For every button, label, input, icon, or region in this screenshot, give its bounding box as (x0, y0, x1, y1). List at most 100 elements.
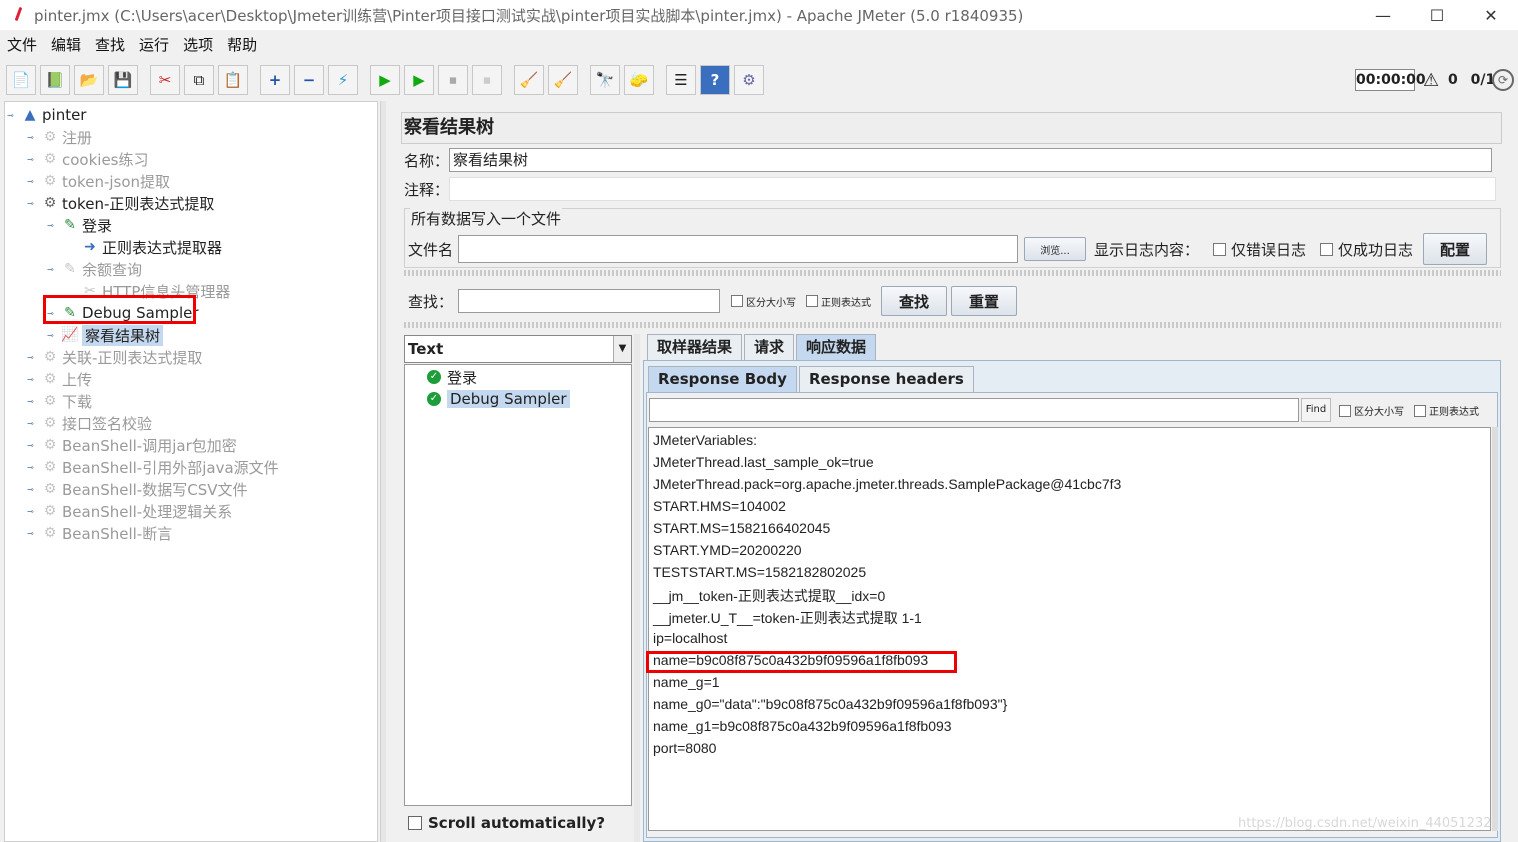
expand-toggle-icon[interactable]: ⊸ (47, 331, 57, 340)
menu-help[interactable]: 帮助 (220, 33, 264, 57)
tree-node[interactable]: ⊸ ⚙ cookies练习 (27, 148, 149, 170)
tree-node[interactable]: ⊸ 📈 察看结果树 (47, 324, 164, 346)
shutdown-icon[interactable]: ⏹ (472, 65, 502, 95)
expand-toggle-icon[interactable]: ⊸ (27, 397, 37, 406)
warning-icon[interactable]: ⚠ (1423, 70, 1439, 91)
vertical-scrollbar[interactable] (1492, 427, 1498, 831)
expand-toggle-icon[interactable]: ⊸ (27, 529, 37, 538)
tree-node[interactable]: ⊸ ⚙ 接口签名校验 (27, 412, 152, 434)
tree-node[interactable]: ⊸ ⚙ BeanShell-数据写CSV文件 (27, 478, 247, 500)
menu-options[interactable]: 选项 (176, 33, 220, 57)
tree-node[interactable]: ⊸ ⚙ 上传 (27, 368, 92, 390)
expand-toggle-icon[interactable]: ⊸ (27, 155, 37, 164)
maximize-button[interactable]: ☐ (1410, 0, 1464, 30)
tree-node[interactable]: ➜ 正则表达式提取器 (67, 236, 222, 258)
tree-node[interactable]: ⊸ ⚙ token-正则表达式提取 (27, 192, 214, 214)
clear-icon[interactable]: 🧹 (514, 65, 544, 95)
expand-toggle-icon[interactable]: ⊸ (27, 419, 37, 428)
tab-response-headers[interactable]: Response headers (798, 366, 974, 392)
name-field[interactable]: 察看结果树 (449, 148, 1493, 172)
tree-node[interactable]: ⊸ ⚙ 关联-正则表达式提取 (27, 346, 202, 368)
search-field[interactable] (458, 289, 721, 313)
browse-button[interactable]: 浏览... (1024, 237, 1087, 261)
start-no-pauses-icon[interactable]: ▶ (404, 65, 434, 95)
find-input[interactable] (649, 398, 1299, 422)
success-only-checkbox[interactable]: 仅成功日志 (1320, 239, 1413, 260)
cut-icon[interactable]: ✂ (150, 65, 180, 95)
expand-toggle-icon[interactable]: ⊸ (27, 485, 37, 494)
jmeter-feather-icon (12, 7, 26, 23)
reset-button[interactable]: 重置 (951, 286, 1018, 316)
find-case-checkbox[interactable]: 区分大小写 (1339, 403, 1404, 418)
sample-result-list: ✓ 登录 ✓ Debug Sampler (404, 364, 632, 806)
tree-node[interactable]: ⊸ ⚙ token-json提取 (27, 170, 170, 192)
menu-run[interactable]: 运行 (132, 33, 176, 57)
expand-toggle-icon[interactable]: ⊸ (47, 265, 57, 274)
sample-item[interactable]: ✓ Debug Sampler (427, 389, 570, 409)
tree-node[interactable]: ⊸ ⚙ BeanShell-引用外部java源文件 (27, 456, 279, 478)
expand-toggle-icon[interactable]: ⊸ (47, 221, 57, 230)
comment-field[interactable] (449, 177, 1497, 201)
find-regex-checkbox[interactable]: 正则表达式 (1414, 403, 1479, 418)
case-sensitive-checkbox[interactable]: 区分大小写 (731, 294, 796, 309)
expand-toggle-icon[interactable]: ⊸ (27, 463, 37, 472)
configure-button[interactable]: 配置 (1423, 233, 1488, 265)
expand-icon[interactable]: + (260, 65, 290, 95)
section-divider[interactable] (404, 270, 1501, 276)
help-icon[interactable]: ? (700, 65, 730, 95)
tab-request[interactable]: 请求 (744, 334, 795, 360)
tree-node[interactable]: ⊸ ⚙ 注册 (27, 126, 92, 148)
expand-toggle-icon[interactable]: ⊸ (27, 507, 37, 516)
response-body-text[interactable]: JMeterVariables: JMeterThread.last_sample… (648, 427, 1491, 831)
menu-search[interactable]: 查找 (88, 33, 132, 57)
expand-toggle-icon[interactable]: ⊸ (27, 353, 37, 362)
menu-edit[interactable]: 编辑 (44, 33, 88, 57)
errors-only-checkbox[interactable]: 仅错误日志 (1213, 239, 1306, 260)
tab-response-data[interactable]: 响应数据 (796, 334, 877, 360)
minimize-button[interactable]: — (1356, 0, 1410, 30)
sample-item[interactable]: ✓ 登录 (427, 367, 477, 387)
stop-icon[interactable]: ⏹ (438, 65, 468, 95)
results-splitter[interactable] (634, 334, 640, 842)
find-button[interactable]: Find (1301, 398, 1331, 422)
expand-toggle-icon[interactable]: ⊸ (27, 441, 37, 450)
tab-sampler-result[interactable]: 取样器结果 (647, 334, 743, 360)
collapse-toggle-icon[interactable]: ⊸ (7, 111, 17, 120)
expand-toggle-icon[interactable]: ⊸ (27, 133, 37, 142)
regex-checkbox[interactable]: 正则表达式 (806, 294, 871, 309)
new-icon[interactable]: 📄 (6, 65, 36, 95)
function-helper-icon[interactable]: ☰ (666, 65, 696, 95)
chevron-down-icon[interactable]: ▼ (613, 336, 631, 362)
close-button[interactable]: ✕ (1464, 0, 1518, 30)
tree-node[interactable]: ⊸ ⚙ 下载 (27, 390, 92, 412)
expand-toggle-icon[interactable]: ⊸ (27, 375, 37, 384)
collapse-icon[interactable]: − (294, 65, 324, 95)
search-button[interactable]: 查找 (881, 286, 948, 316)
remote-icon[interactable]: ⚙ (734, 65, 764, 95)
renderer-select[interactable]: Text ▼ (404, 335, 632, 363)
toggle-icon[interactable]: ⚡ (328, 65, 358, 95)
filename-field[interactable] (458, 235, 1019, 263)
pane-splitter[interactable] (380, 101, 386, 842)
open-icon[interactable]: 📂 (74, 65, 104, 95)
tree-node[interactable]: ⊸ ✎ 余额查询 (47, 258, 142, 280)
tab-response-body[interactable]: Response Body (648, 366, 797, 392)
reset-search-icon[interactable]: 🧽 (624, 65, 654, 95)
tree-node-root[interactable]: ⊸ ▲ pinter (7, 104, 86, 126)
expand-toggle-icon[interactable]: ⊸ (27, 199, 37, 208)
tree-node[interactable]: ⊸ ⚙ BeanShell-断言 (27, 522, 172, 544)
section-divider-2[interactable] (404, 322, 1501, 328)
copy-icon[interactable]: ⧉ (184, 65, 214, 95)
start-icon[interactable]: ▶ (370, 65, 400, 95)
tree-node[interactable]: ⊸ ⚙ BeanShell-调用jar包加密 (27, 434, 237, 456)
save-icon[interactable]: 💾 (108, 65, 138, 95)
scroll-automatically-checkbox[interactable]: Scroll automatically? (408, 814, 605, 832)
expand-toggle-icon[interactable]: ⊸ (27, 177, 37, 186)
search-binoculars-icon[interactable]: 🔭 (590, 65, 620, 95)
paste-icon[interactable]: 📋 (218, 65, 248, 95)
tree-node[interactable]: ⊸ ✎ 登录 (47, 214, 112, 236)
menu-file[interactable]: 文件 (0, 33, 44, 57)
templates-icon[interactable]: 📗 (40, 65, 70, 95)
tree-node[interactable]: ⊸ ⚙ BeanShell-处理逻辑关系 (27, 500, 232, 522)
clear-all-icon[interactable]: 🧹 (548, 65, 578, 95)
